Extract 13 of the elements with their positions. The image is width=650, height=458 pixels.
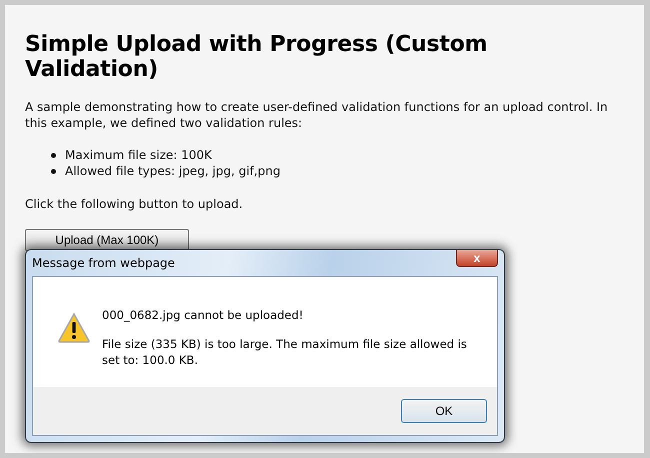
bullet-icon: [51, 152, 56, 158]
ok-button[interactable]: OK: [401, 399, 487, 423]
upload-button[interactable]: Upload (Max 100K): [25, 229, 189, 251]
warning-icon: [58, 313, 90, 343]
message-text: 000_0682.jpg cannot be uploaded!: [102, 307, 304, 323]
bullet-icon: [51, 168, 56, 174]
dialog-title: Message from webpage: [32, 256, 175, 270]
rule-text: Maximum file size: 100K: [65, 147, 212, 163]
intro-text: A sample demonstrating how to create user-defined validation functions for an upload control. In this example, we defined two validation rules:: [25, 99, 609, 131]
rule-text: Allowed file types: jpeg, jpg, gif,png: [65, 163, 280, 179]
page-heading: Simple Upload with Progress (Custom Validation): [25, 31, 488, 82]
instruction-text: Click the following button to upload.: [25, 196, 244, 212]
message-text: File size (335 KB) is too large. The maximum file size allowed is set to: 100.0 KB.: [102, 336, 468, 368]
